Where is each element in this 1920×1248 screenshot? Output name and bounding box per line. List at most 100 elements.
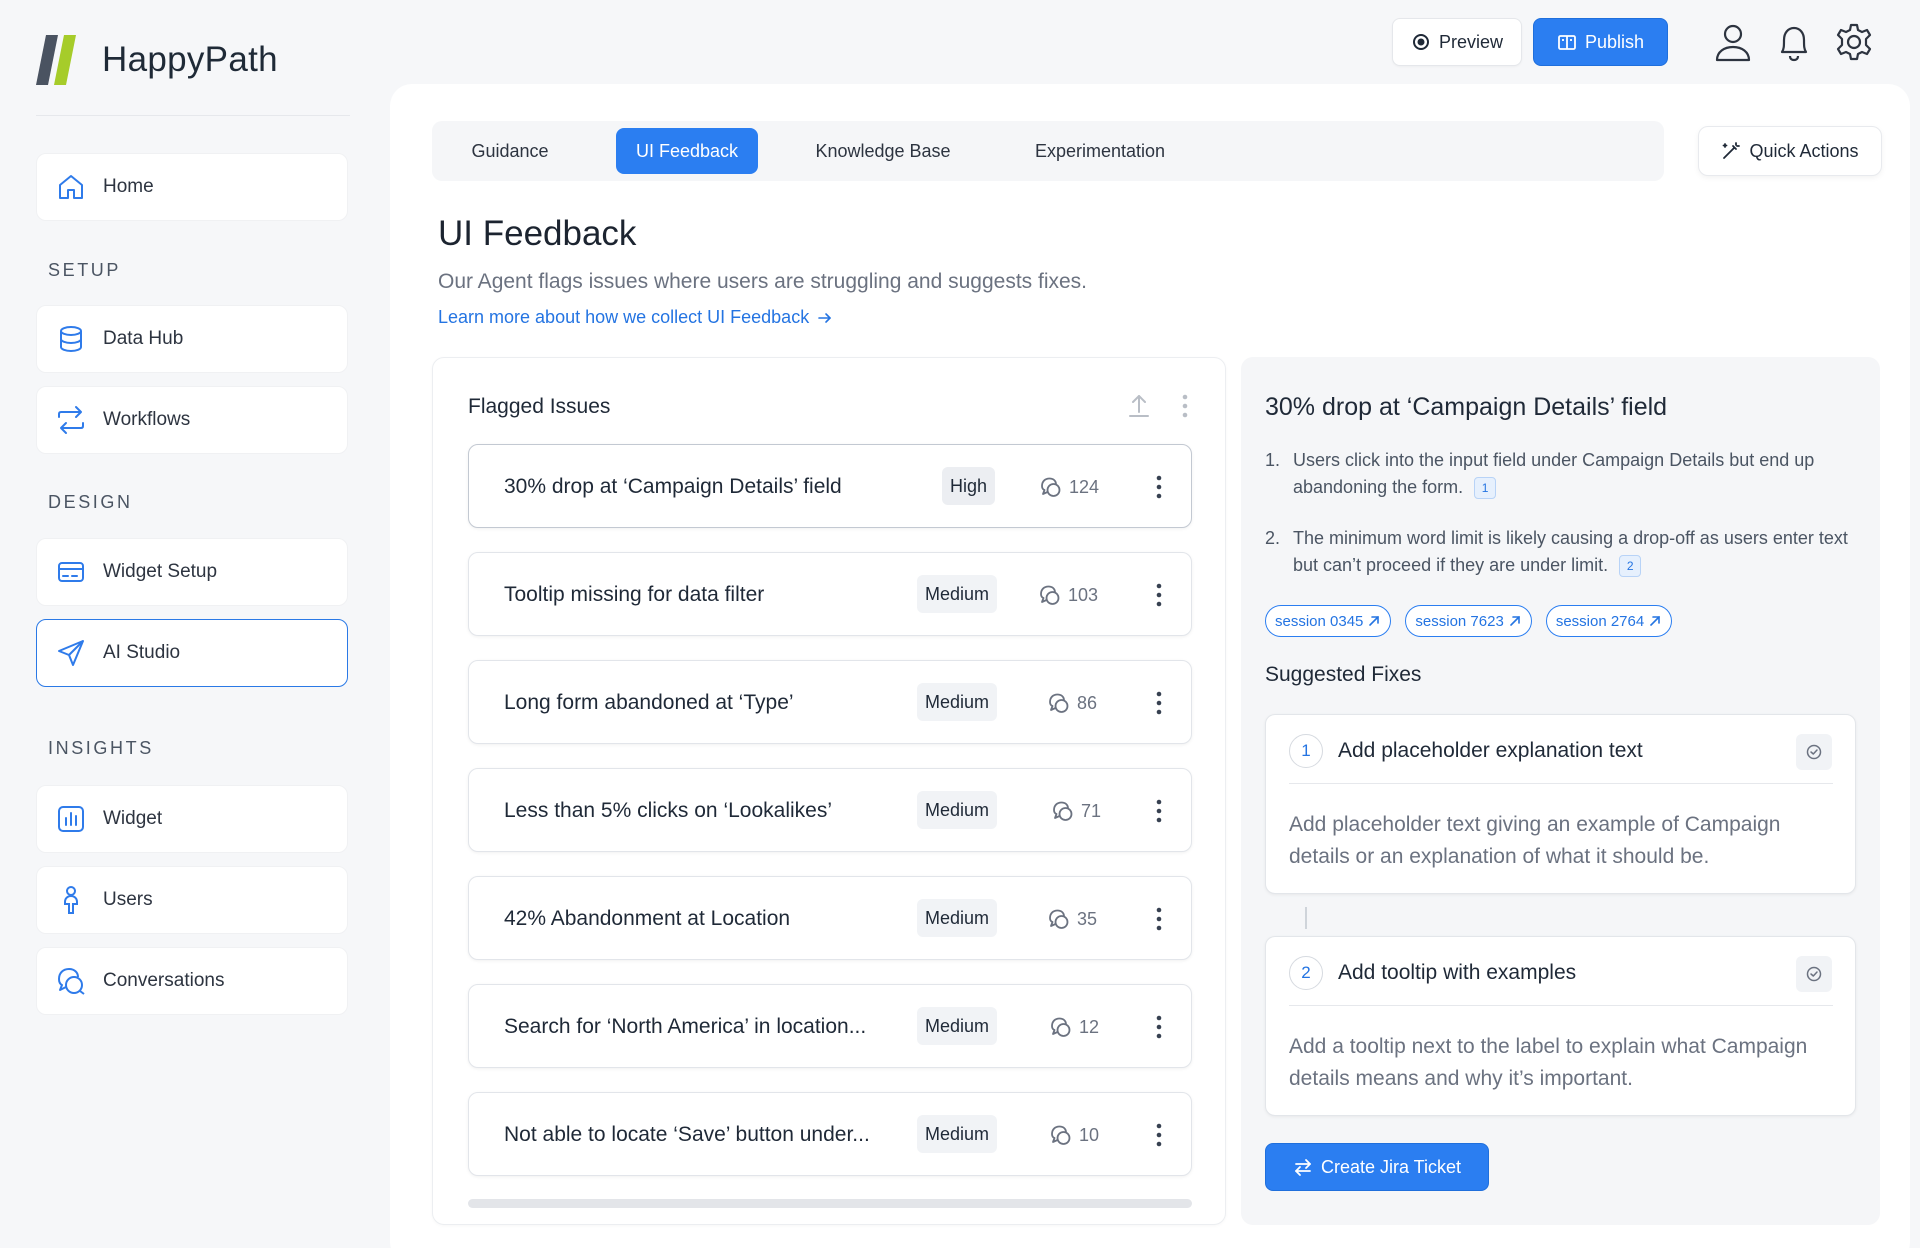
quick-actions-button[interactable]: Quick Actions	[1698, 126, 1882, 176]
section-label-insights: INSIGHTS	[48, 738, 154, 758]
publish-label: Publish	[1584, 31, 1645, 52]
issue-row[interactable]: Not able to locate ‘Save’ button under..…	[468, 1092, 1192, 1176]
tab-knowledge-base[interactable]: Knowledge Base	[802, 128, 964, 174]
sidebar-item-label: Widget Setup	[103, 561, 218, 582]
issue-row[interactable]: Long form abandoned at ‘Type’ Medium 86	[468, 660, 1192, 744]
learn-more-link[interactable]: Learn more about how we collect UI Feedb…	[438, 307, 833, 328]
severity-badge: Medium	[917, 1007, 998, 1045]
issue-row[interactable]: 42% Abandonment at Location Medium 35	[468, 876, 1192, 960]
check-circle-icon	[1806, 744, 1822, 760]
sidebar-item-widget-setup[interactable]: Widget Setup	[36, 538, 348, 606]
sidebar-item-users[interactable]: Users	[36, 866, 348, 934]
detail-points: 1. Users click into the input field unde…	[1265, 447, 1855, 603]
app-name: HappyPath	[102, 40, 278, 79]
tab-ui-feedback[interactable]: UI Feedback	[616, 128, 758, 174]
sidebar-item-label: Widget	[103, 808, 163, 829]
more-vertical-icon[interactable]	[1145, 581, 1173, 609]
severity-badge: Medium	[917, 683, 998, 721]
accept-fix-button[interactable]	[1796, 956, 1832, 992]
sidebar-item-home[interactable]: Home	[36, 153, 348, 221]
chat-bubbles-icon	[1049, 909, 1069, 929]
bell-icon[interactable]	[1772, 20, 1816, 64]
swap-arrows-icon	[1295, 1159, 1311, 1176]
issue-count-value: 124	[1069, 476, 1100, 497]
tab-guidance[interactable]: Guidance	[450, 128, 570, 174]
more-vertical-icon[interactable]	[1145, 797, 1173, 825]
accept-fix-button[interactable]	[1796, 734, 1832, 770]
severity-badge: Medium	[917, 575, 998, 613]
chat-bubbles-icon	[1051, 1125, 1071, 1145]
reference-badge[interactable]: 2	[1619, 555, 1642, 578]
detail-title: 30% drop at ‘Campaign Details’ field	[1265, 393, 1668, 421]
reference-badge[interactable]: 1	[1474, 477, 1497, 500]
issue-count: 12	[1049, 985, 1099, 1069]
issue-count-value: 86	[1077, 692, 1098, 713]
more-vertical-icon[interactable]	[1171, 392, 1199, 420]
chat-bubbles-icon	[1041, 477, 1061, 497]
issue-row[interactable]: Less than 5% clicks on ‘Lookalikes’ Medi…	[468, 768, 1192, 852]
bar-chart-icon	[58, 806, 84, 832]
issue-count: 71	[1051, 769, 1101, 853]
database-icon	[60, 326, 82, 353]
chat-bubbles-icon	[1051, 1017, 1071, 1037]
profile-icon[interactable]	[1711, 20, 1755, 64]
publish-button[interactable]: Publish	[1533, 18, 1668, 66]
point-text: Users click into the input field under C…	[1293, 450, 1815, 497]
more-vertical-icon[interactable]	[1145, 905, 1173, 933]
session-chip[interactable]: session 7623	[1405, 605, 1532, 637]
fix-number: 2	[1289, 956, 1323, 990]
brand[interactable]: HappyPath	[36, 34, 278, 86]
sidebar-item-workflows[interactable]: Workflows	[36, 386, 348, 454]
severity-badge: Medium	[917, 1115, 998, 1153]
tab-experimentation[interactable]: Experimentation	[1000, 128, 1200, 174]
external-link-icon	[1369, 616, 1380, 626]
section-label-design: DESIGN	[48, 492, 133, 512]
sidebar-item-data-hub[interactable]: Data Hub	[36, 305, 348, 373]
issue-count-value: 12	[1079, 1016, 1100, 1037]
more-vertical-icon[interactable]	[1145, 1121, 1173, 1149]
learn-more-label: Learn more about how we collect UI Feedb…	[438, 307, 810, 327]
upload-icon[interactable]	[1125, 392, 1153, 420]
issue-detail-panel: 30% drop at ‘Campaign Details’ field 1. …	[1241, 357, 1880, 1225]
gear-icon[interactable]	[1832, 20, 1876, 64]
quick-actions-label: Quick Actions	[1749, 140, 1859, 161]
sidebar-item-label: Data Hub	[103, 328, 184, 349]
session-chip[interactable]: session 2764	[1545, 605, 1673, 637]
fix-divider	[1289, 1005, 1833, 1006]
home-icon	[59, 175, 83, 199]
issue-title: 42% Abandonment at Location	[504, 907, 791, 930]
issue-count-value: 10	[1079, 1124, 1100, 1145]
detail-point: 2. The minimum word limit is likely caus…	[1265, 525, 1855, 579]
issue-row[interactable]: Tooltip missing for data filter Medium 1…	[468, 552, 1192, 636]
severity-badge: High	[942, 467, 996, 505]
tab-bar: Guidance UI Feedback Knowledge Base Expe…	[432, 121, 1664, 181]
sidebar-item-ai-studio[interactable]: AI Studio	[36, 619, 348, 687]
session-chip[interactable]: session 0345	[1265, 605, 1392, 637]
preview-button[interactable]: Preview	[1392, 18, 1522, 66]
issue-row[interactable]: Search for ‘North America’ in location..…	[468, 984, 1192, 1068]
issue-row[interactable]: 30% drop at ‘Campaign Details’ field Hig…	[468, 444, 1192, 528]
horizontal-scrollbar[interactable]	[468, 1199, 1192, 1208]
external-link-icon	[1650, 616, 1661, 626]
fix-card: 1 Add placeholder explanation text Add p…	[1265, 714, 1856, 894]
create-jira-ticket-button[interactable]: Create Jira Ticket	[1265, 1143, 1489, 1191]
panel-title: Flagged Issues	[468, 395, 611, 418]
arrow-right-icon	[818, 312, 832, 323]
sidebar-item-label: Home	[103, 176, 154, 197]
sidebar-item-conversations[interactable]: Conversations	[36, 947, 348, 1015]
chat-bubbles-icon	[1053, 801, 1073, 821]
fix-card: 2 Add tooltip with examples Add a toolti…	[1265, 936, 1856, 1116]
more-vertical-icon[interactable]	[1145, 473, 1173, 501]
sidebar-item-label: Users	[103, 889, 153, 910]
flagged-issues-panel: Flagged Issues 30% drop at ‘Campaign Det…	[432, 357, 1226, 1225]
session-chips: session 0345 session 7623 session 2764	[1265, 605, 1673, 637]
user-icon	[64, 886, 78, 914]
sidebar-item-widget[interactable]: Widget	[36, 785, 348, 853]
fix-description: Add placeholder text giving an example o…	[1289, 813, 1781, 868]
happypath-logo-icon	[36, 35, 76, 85]
more-vertical-icon[interactable]	[1145, 689, 1173, 717]
point-number: 2.	[1265, 528, 1281, 548]
issue-count: 35	[1047, 877, 1097, 961]
more-vertical-icon[interactable]	[1145, 1013, 1173, 1041]
suggested-fixes-heading: Suggested Fixes	[1265, 663, 1422, 686]
